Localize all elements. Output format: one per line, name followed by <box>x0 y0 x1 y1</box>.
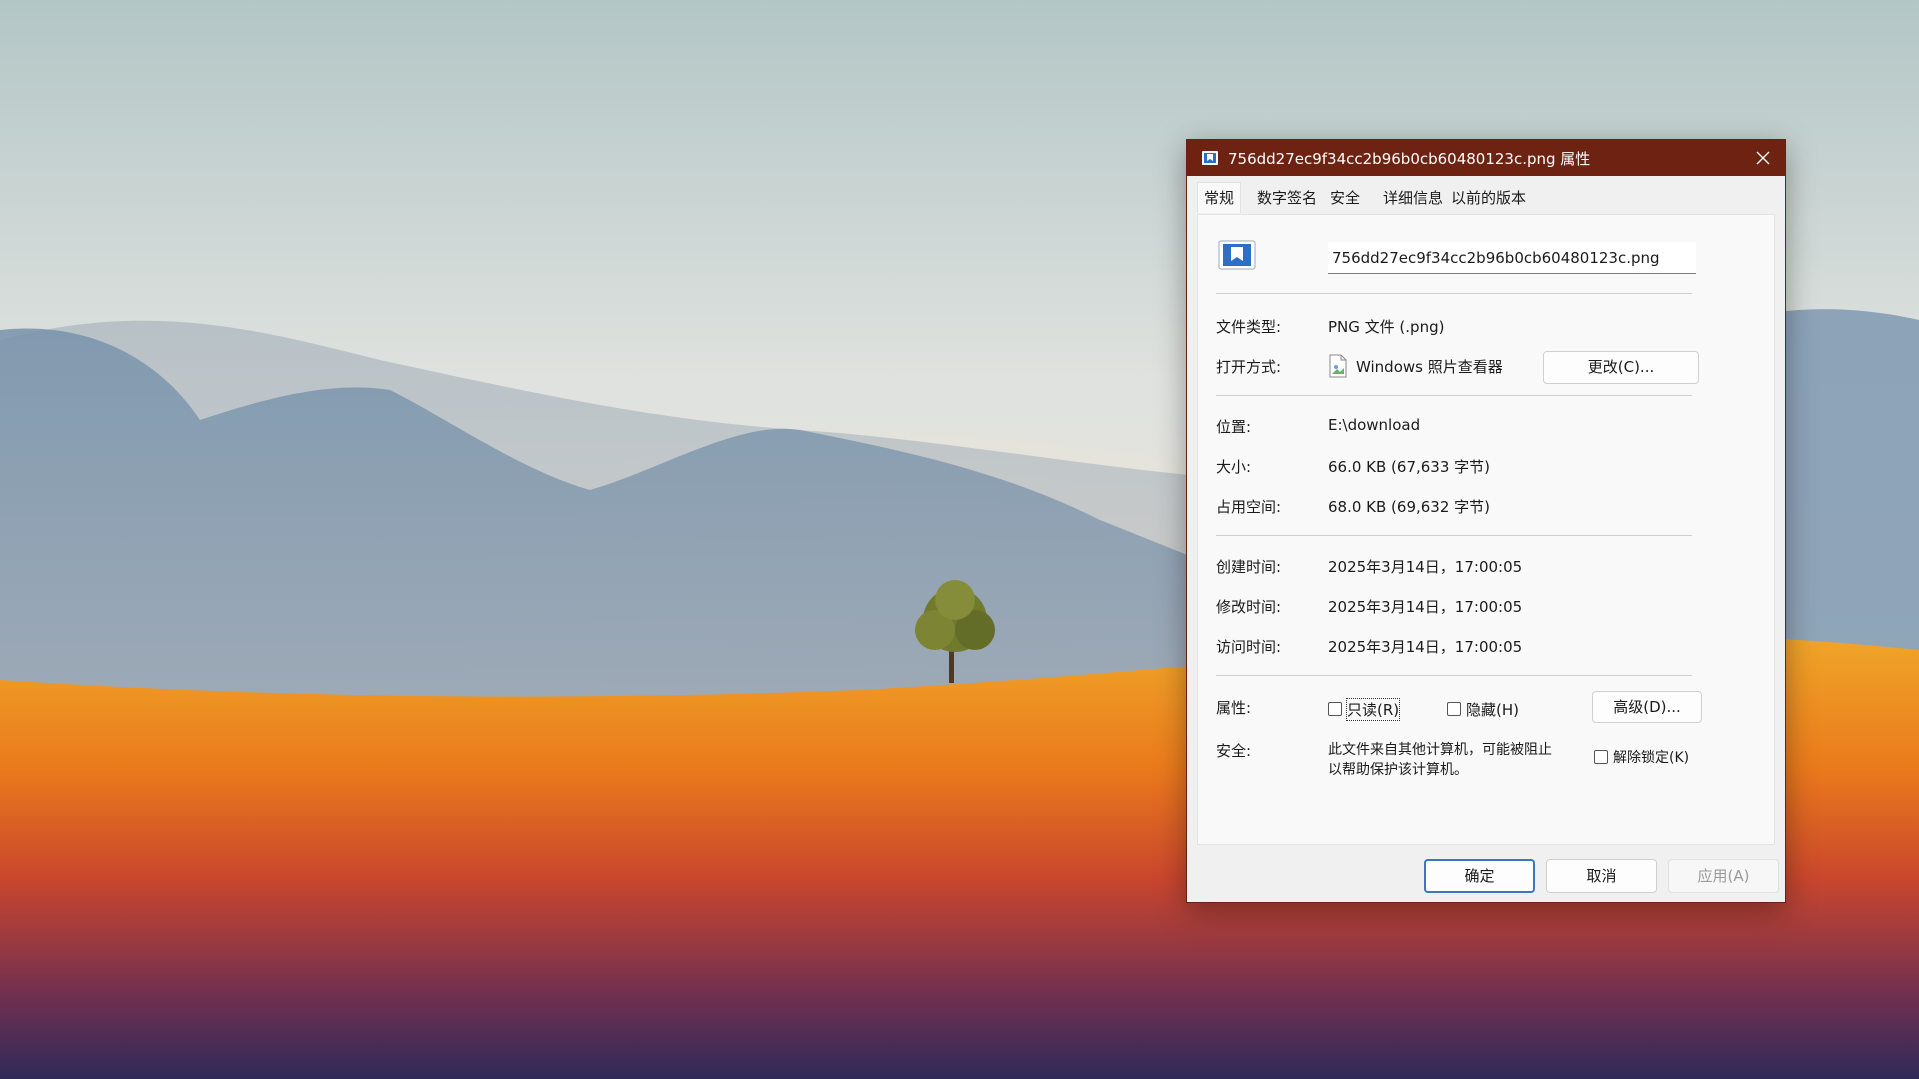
file-type-value: PNG 文件 (.png) <box>1328 318 1445 336</box>
open-with-value: Windows 照片查看器 <box>1356 358 1503 376</box>
size-on-disk-label: 占用空间: <box>1216 498 1282 516</box>
open-with-label: 打开方式: <box>1216 358 1282 376</box>
size-on-disk-value: 68.0 KB (69,632 字节) <box>1328 498 1491 516</box>
tab-security[interactable]: 安全 <box>1324 184 1366 212</box>
tab-general[interactable]: 常规 <box>1197 182 1242 213</box>
cancel-button[interactable]: 取消 <box>1546 859 1657 893</box>
tab-bar: 常规 数字签名 安全 详细信息 以前的版本 <box>1187 176 1785 214</box>
dialog-title: 756dd27ec9f34cc2b96b0cb60480123c.png 属性 <box>1228 149 1591 168</box>
created-value: 2025年3月14日，17:00:05 <box>1328 558 1523 576</box>
size-label: 大小: <box>1216 458 1252 476</box>
separator <box>1216 395 1692 396</box>
dialog-titlebar[interactable]: 756dd27ec9f34cc2b96b0cb60480123c.png 属性 <box>1187 140 1785 176</box>
size-value: 66.0 KB (67,633 字节) <box>1328 458 1491 476</box>
accessed-value: 2025年3月14日，17:00:05 <box>1328 638 1523 656</box>
change-button[interactable]: 更改(C)... <box>1543 351 1699 384</box>
general-panel: 文件类型: PNG 文件 (.png) 打开方式: Windows 照片查看器 … <box>1197 214 1775 845</box>
readonly-checkbox[interactable] <box>1328 702 1342 716</box>
tab-previous-versions[interactable]: 以前的版本 <box>1445 184 1532 212</box>
file-type-label: 文件类型: <box>1216 318 1282 336</box>
tab-details[interactable]: 详细信息 <box>1377 184 1449 212</box>
location-value: E:\download <box>1328 416 1421 434</box>
security-label: 安全: <box>1216 742 1252 760</box>
filename-input[interactable] <box>1328 242 1696 274</box>
properties-dialog: 756dd27ec9f34cc2b96b0cb60480123c.png 属性 … <box>1186 139 1786 903</box>
apply-button[interactable]: 应用(A) <box>1668 859 1779 893</box>
close-icon[interactable] <box>1751 146 1775 170</box>
image-file-icon <box>1218 240 1256 270</box>
advanced-button[interactable]: 高级(D)... <box>1592 691 1702 723</box>
photo-viewer-icon <box>1329 354 1347 378</box>
image-file-icon <box>1202 151 1218 165</box>
hidden-checkbox[interactable] <box>1447 702 1461 716</box>
created-label: 创建时间: <box>1216 558 1282 576</box>
accessed-label: 访问时间: <box>1216 638 1282 656</box>
security-text-line2: 以帮助保护该计算机。 <box>1328 762 1468 778</box>
separator <box>1216 293 1692 294</box>
attributes-label: 属性: <box>1216 699 1252 717</box>
modified-label: 修改时间: <box>1216 598 1282 616</box>
separator <box>1216 535 1692 536</box>
hidden-label[interactable]: 隐藏(H) <box>1466 699 1519 720</box>
separator <box>1216 675 1692 676</box>
ok-button[interactable]: 确定 <box>1424 859 1535 893</box>
location-label: 位置: <box>1216 418 1252 436</box>
tab-digital-signatures[interactable]: 数字签名 <box>1251 184 1323 212</box>
modified-value: 2025年3月14日，17:00:05 <box>1328 598 1523 616</box>
security-text-line1: 此文件来自其他计算机，可能被阻止 <box>1328 742 1552 758</box>
unblock-checkbox[interactable] <box>1594 750 1608 764</box>
readonly-label[interactable]: 只读(R) <box>1345 698 1401 721</box>
unblock-label[interactable]: 解除锁定(K) <box>1613 747 1689 767</box>
